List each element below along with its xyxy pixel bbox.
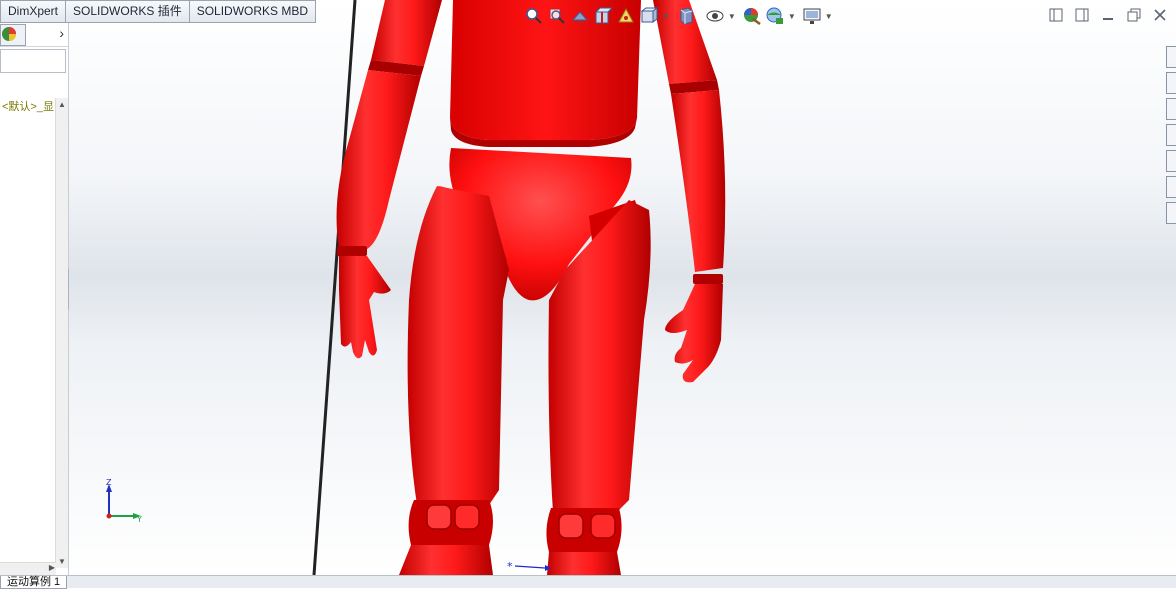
window-controls: [1048, 8, 1168, 24]
command-manager-tabs: DimXpert SOLIDWORKS 插件 SOLIDWORKS MBD: [0, 0, 317, 23]
custom-properties-icon[interactable]: [1166, 176, 1176, 198]
model-render: *: [312, 0, 726, 575]
minimize-icon[interactable]: [1100, 8, 1116, 24]
motion-study-tab[interactable]: 运动算例 1: [0, 576, 68, 589]
right-forearm: [671, 90, 726, 272]
scroll-right-icon[interactable]: ▶: [49, 563, 55, 572]
design-library-icon[interactable]: [1166, 98, 1176, 120]
tab-dimxpert[interactable]: DimXpert: [0, 0, 67, 23]
view-orientation-dropdown-icon[interactable]: ▼: [662, 12, 670, 21]
edit-appearance-icon[interactable]: [742, 6, 762, 26]
appearances-icon[interactable]: [1166, 150, 1176, 172]
left-hand: [339, 256, 391, 359]
dynamic-annotation-icon[interactable]: [616, 6, 636, 26]
restore-icon[interactable]: [1126, 8, 1142, 24]
view-orientation-icon[interactable]: [639, 6, 659, 26]
graphics-viewport[interactable]: * Z Y ▼ ▼ ▼ ▼: [69, 0, 1176, 575]
filter-input[interactable]: [0, 49, 66, 73]
close-icon[interactable]: [1152, 8, 1168, 24]
vertical-scrollbar[interactable]: ▲ ▼: [55, 98, 68, 568]
left-upper-arm: [371, 0, 442, 66]
home-icon[interactable]: [1166, 46, 1176, 68]
zoom-to-fit-icon[interactable]: [524, 6, 544, 26]
configuration-label[interactable]: <默认>_显: [2, 98, 54, 114]
tile-right-icon[interactable]: [1074, 8, 1090, 24]
coordinate-triad: Z Y: [106, 478, 142, 524]
heads-up-view-toolbar: ▼ ▼ ▼ ▼: [524, 4, 836, 28]
triad-y-label: Y: [136, 515, 142, 524]
tab-solidworks-mbd[interactable]: SOLIDWORKS MBD: [189, 0, 317, 23]
tile-left-icon[interactable]: [1048, 8, 1064, 24]
apply-scene-dropdown-icon[interactable]: ▼: [788, 12, 796, 21]
previous-view-icon[interactable]: [570, 6, 590, 26]
hide-show-icon[interactable]: [705, 6, 725, 26]
display-manager-icon: [2, 27, 16, 41]
bottom-tab-bar: 运动算例 1: [0, 575, 1176, 589]
scroll-down-icon[interactable]: ▼: [58, 557, 66, 566]
origin-marker: *: [507, 560, 551, 573]
horizontal-scrollbar[interactable]: ▶: [0, 562, 56, 575]
apply-scene-icon[interactable]: [765, 6, 785, 26]
left-leg: [407, 186, 509, 505]
section-view-icon[interactable]: [593, 6, 614, 26]
feature-manager-panel: › <默认>_显 ▲ ▼ ▶: [0, 22, 69, 575]
parts-icon[interactable]: [1166, 72, 1176, 94]
view-settings-dropdown-icon[interactable]: ▼: [825, 12, 833, 21]
triad-z-label: Z: [106, 478, 112, 487]
right-hand: [665, 284, 723, 383]
display-style-icon[interactable]: [676, 6, 696, 26]
forum-icon[interactable]: [1166, 202, 1176, 224]
task-pane-tabs: [1166, 46, 1176, 228]
svg-text:*: *: [507, 560, 513, 573]
view-settings-icon[interactable]: [802, 6, 822, 26]
file-explorer-icon[interactable]: [1166, 124, 1176, 146]
scroll-up-icon[interactable]: ▲: [58, 100, 66, 109]
hide-show-dropdown-icon[interactable]: ▼: [728, 12, 736, 21]
panel-toolbar: ›: [0, 22, 68, 47]
zoom-area-icon[interactable]: [547, 6, 567, 26]
panel-expand-arrow[interactable]: ›: [59, 25, 64, 41]
display-manager-tab[interactable]: [0, 24, 26, 46]
tab-solidworks-addins[interactable]: SOLIDWORKS 插件: [66, 0, 190, 23]
